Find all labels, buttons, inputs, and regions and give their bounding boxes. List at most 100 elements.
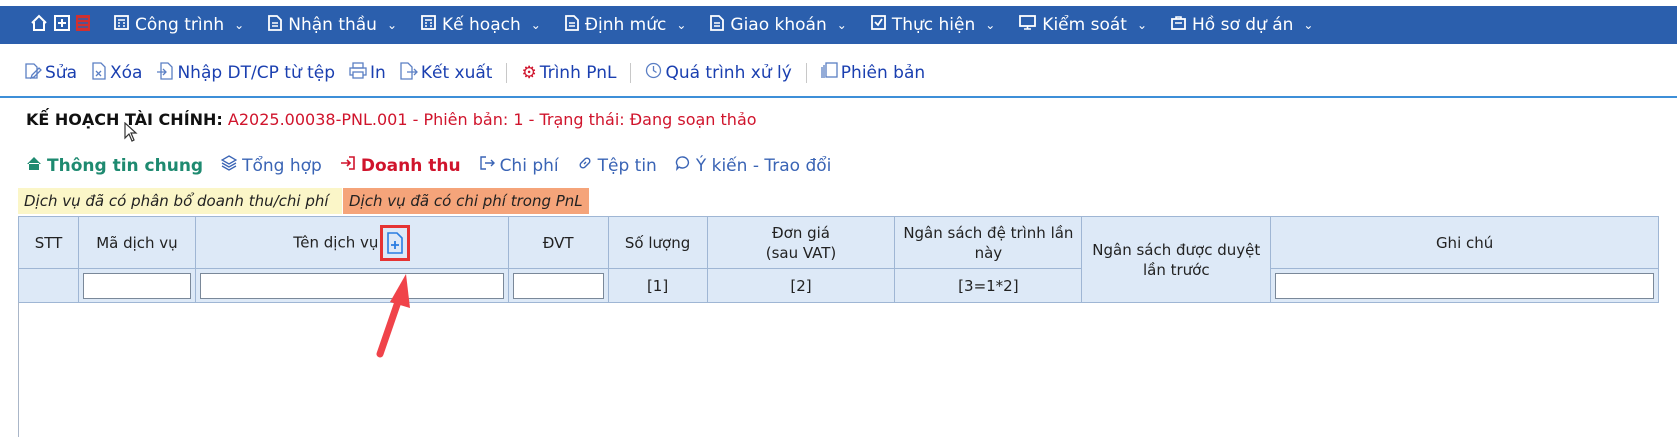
header-unit: ĐVT <box>507 216 609 269</box>
export-button[interactable]: Kết xuất <box>400 61 492 85</box>
header-approved-line2: lần trước <box>1142 260 1210 279</box>
nav-giao-khoan[interactable]: Giao khoán ⌄ <box>710 14 847 36</box>
tab-summary-label: Tổng hợp <box>242 155 322 176</box>
filter-row: [1] [2] [3=1*2] <box>18 268 1659 303</box>
import-button[interactable]: Nhập DT/CP từ tệp <box>156 61 336 85</box>
toolbar-separator <box>805 63 807 83</box>
nav-cong-trinh[interactable]: Công trình ⌄ <box>114 15 244 35</box>
document-icon <box>564 14 579 36</box>
filter-unit-cell <box>507 268 609 303</box>
toolbar-separator <box>506 63 508 83</box>
delete-label: Xóa <box>109 63 143 83</box>
nav-nhan-thau[interactable]: Nhận thầu ⌄ <box>268 14 398 36</box>
edit-button[interactable]: Sửa <box>24 62 77 85</box>
monitor-icon <box>1019 15 1037 35</box>
header-price-line2: (sau VAT) <box>765 243 837 262</box>
submit-pnl-button[interactable]: ⚙ Trình PnL <box>521 63 616 83</box>
header-row: STT Mã dịch vụ Tên dịch vụ ĐVT Số lượng … <box>18 216 1659 303</box>
top-nav: Công trình ⌄ Nhận thầu ⌄ Kế hoạch ⌄ Định… <box>0 6 1677 44</box>
legend-allocated: Dịch vụ đã có phân bổ doanh thu/chi phí <box>18 188 342 214</box>
tab-cost[interactable]: Chi phí <box>479 155 559 176</box>
nav-ke-hoach[interactable]: Kế hoạch ⌄ <box>421 15 541 35</box>
formula-budget: [3=1*2] <box>894 268 1083 303</box>
chevron-down-icon: ⌄ <box>234 18 245 32</box>
detail-tabs: Thông tin chung Tổng hợp Doanh thu Chi p… <box>26 155 849 176</box>
nav-thuc-hien[interactable]: Thực hiện ⌄ <box>870 15 996 35</box>
formula-price: [2] <box>706 268 896 303</box>
calculator-icon <box>114 15 129 35</box>
clock-icon <box>645 62 662 84</box>
file-delete-icon <box>91 61 107 85</box>
header-qty: Số lượng <box>607 216 708 269</box>
nav-dinh-muc[interactable]: Định mức ⌄ <box>564 14 686 36</box>
home-icon <box>26 156 42 176</box>
filter-unit-input[interactable] <box>512 272 604 299</box>
tab-cost-label: Chi phí <box>499 155 559 176</box>
tab-files-label: Tệp tin <box>597 155 657 176</box>
toolbar-separator <box>630 63 632 83</box>
filter-code-input[interactable] <box>82 272 191 299</box>
sign-in-icon <box>340 155 356 176</box>
filter-name-input[interactable] <box>199 272 504 299</box>
filter-code-cell <box>77 268 196 303</box>
nav-label: Thực hiện <box>891 15 976 35</box>
checkbox-icon <box>870 15 886 35</box>
header-code: Mã dịch vụ <box>77 216 196 269</box>
tab-files[interactable]: Tệp tin <box>577 155 657 176</box>
tab-comments-label: Ý kiến - Trao đổi <box>695 155 832 176</box>
file-export-icon <box>400 61 418 85</box>
tab-general[interactable]: Thông tin chung <box>26 156 203 176</box>
filter-stt <box>18 268 79 303</box>
annotation-arrow-icon <box>370 268 420 362</box>
file-add-icon <box>387 231 404 254</box>
nav-label: Công trình <box>135 15 225 35</box>
layers-icon <box>220 155 238 176</box>
legend-has-cost: Dịch vụ đã có chi phí trong PnL <box>343 188 589 214</box>
nav-kiem-soat[interactable]: Kiểm soát ⌄ <box>1019 15 1147 35</box>
header-budget: Ngân sách đệ trình lần này <box>894 216 1083 269</box>
chevron-down-icon: ⌄ <box>1303 18 1314 32</box>
add-service-button[interactable] <box>380 224 411 261</box>
document-icon <box>268 14 283 36</box>
nav-label: Hồ sơ dự án <box>1192 15 1294 35</box>
tab-summary[interactable]: Tổng hợp <box>220 155 322 176</box>
header-price: Đơn giá (sau VAT) <box>706 216 896 269</box>
nav-label: Kiểm soát <box>1042 15 1127 35</box>
filter-note-input[interactable] <box>1275 272 1654 299</box>
title-value: A2025.00038-PNL.001 - Phiên bản: 1 - Trạ… <box>227 110 757 129</box>
plus-square-icon[interactable] <box>54 14 70 36</box>
document-icon <box>710 14 725 36</box>
sign-out-icon <box>479 155 495 176</box>
nav-label: Giao khoán <box>730 15 827 35</box>
formula-qty: [1] <box>607 268 708 303</box>
home-icon[interactable] <box>30 14 48 37</box>
header-name-label: Tên dịch vụ <box>293 233 379 251</box>
tab-revenue[interactable]: Doanh thu <box>340 155 461 176</box>
chevron-down-icon: ⌄ <box>985 18 996 32</box>
history-button[interactable]: Quá trình xử lý <box>645 62 792 84</box>
tab-comments[interactable]: Ý kiến - Trao đổi <box>675 155 832 176</box>
briefcase-icon <box>1171 15 1186 35</box>
flag-icon[interactable] <box>76 14 90 36</box>
print-button[interactable]: In <box>349 62 386 84</box>
print-label: In <box>370 63 386 83</box>
copy-icon <box>821 62 838 84</box>
versions-button[interactable]: Phiên bản <box>821 62 925 84</box>
link-icon <box>577 155 593 176</box>
nav-ho-so-du-an[interactable]: Hồ sơ dự án ⌄ <box>1171 15 1313 35</box>
header-stt: STT <box>18 216 79 269</box>
tab-revenue-label: Doanh thu <box>360 155 461 176</box>
chevron-down-icon: ⌄ <box>386 18 398 32</box>
edit-label: Sửa <box>45 63 77 83</box>
import-label: Nhập DT/CP từ tệp <box>177 63 336 83</box>
header-note: Ghi chú <box>1270 216 1659 269</box>
header-budget-line2: này <box>974 243 1003 262</box>
delete-button[interactable]: Xóa <box>91 61 143 85</box>
filter-note-cell <box>1270 268 1659 303</box>
header-approved: Ngân sách được duyệt lần trước <box>1081 216 1272 303</box>
filter-name-cell <box>194 268 509 303</box>
submit-pnl-label: Trình PnL <box>539 63 617 83</box>
service-table: STT Mã dịch vụ Tên dịch vụ ĐVT Số lượng … <box>18 216 1659 303</box>
chevron-down-icon: ⌄ <box>836 18 847 32</box>
edit-icon <box>24 62 42 85</box>
